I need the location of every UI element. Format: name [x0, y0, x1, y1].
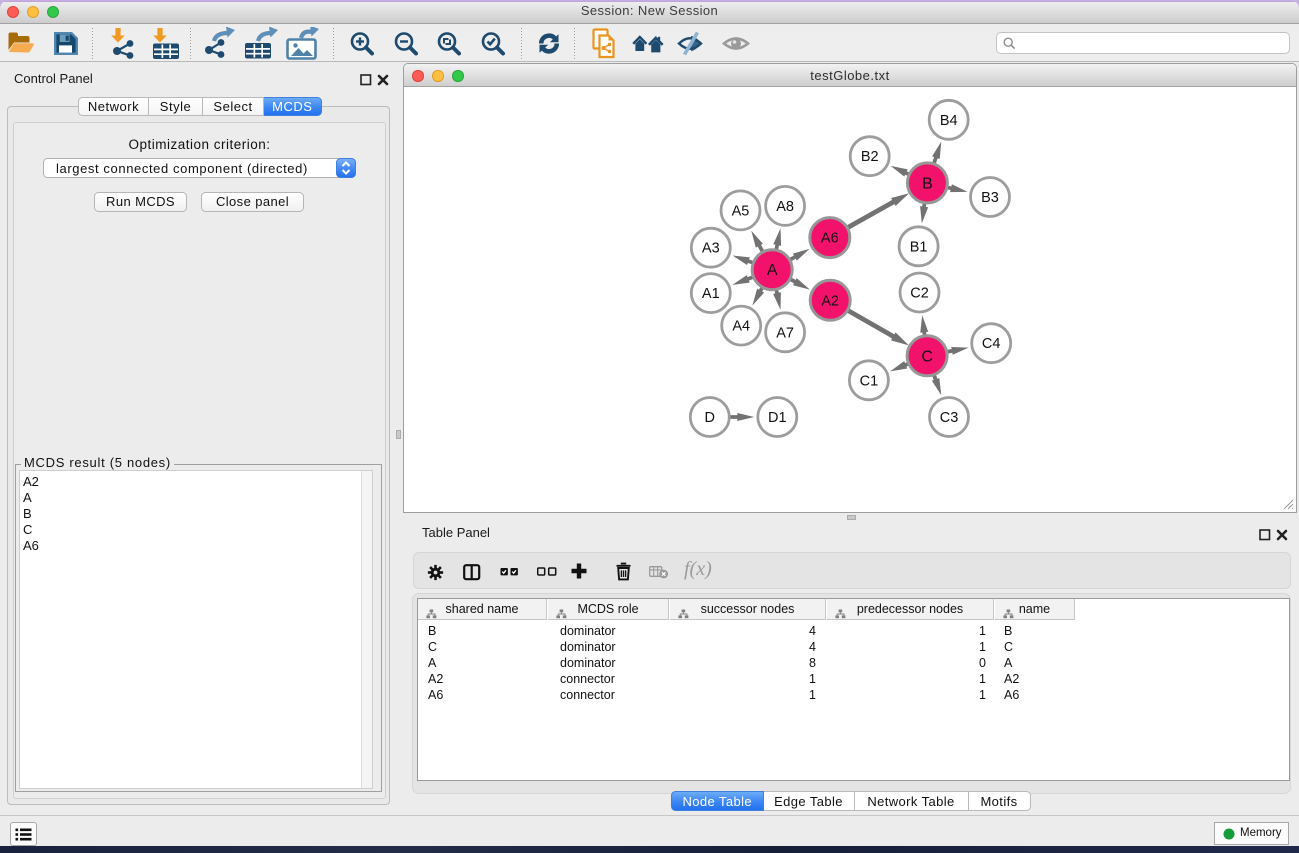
svg-text:C4: C4 [982, 336, 1001, 352]
svg-text:B: B [922, 175, 933, 192]
svg-text:D1: D1 [768, 410, 787, 426]
svg-text:B1: B1 [910, 239, 928, 255]
svg-text:B2: B2 [861, 149, 879, 165]
svg-text:C1: C1 [860, 373, 879, 389]
svg-text:A6: A6 [821, 231, 839, 247]
svg-text:C: C [921, 348, 933, 365]
svg-text:A: A [767, 262, 778, 279]
svg-text:C2: C2 [910, 286, 929, 302]
svg-text:C3: C3 [940, 410, 959, 426]
svg-text:A3: A3 [702, 241, 720, 257]
svg-text:A5: A5 [732, 203, 750, 219]
svg-text:B4: B4 [940, 113, 958, 129]
svg-text:D: D [705, 410, 715, 426]
svg-text:A4: A4 [732, 319, 750, 335]
svg-text:B3: B3 [981, 190, 999, 206]
svg-text:A7: A7 [776, 325, 794, 341]
svg-text:A8: A8 [776, 199, 794, 215]
svg-text:A2: A2 [821, 293, 839, 309]
svg-text:A1: A1 [702, 286, 720, 302]
